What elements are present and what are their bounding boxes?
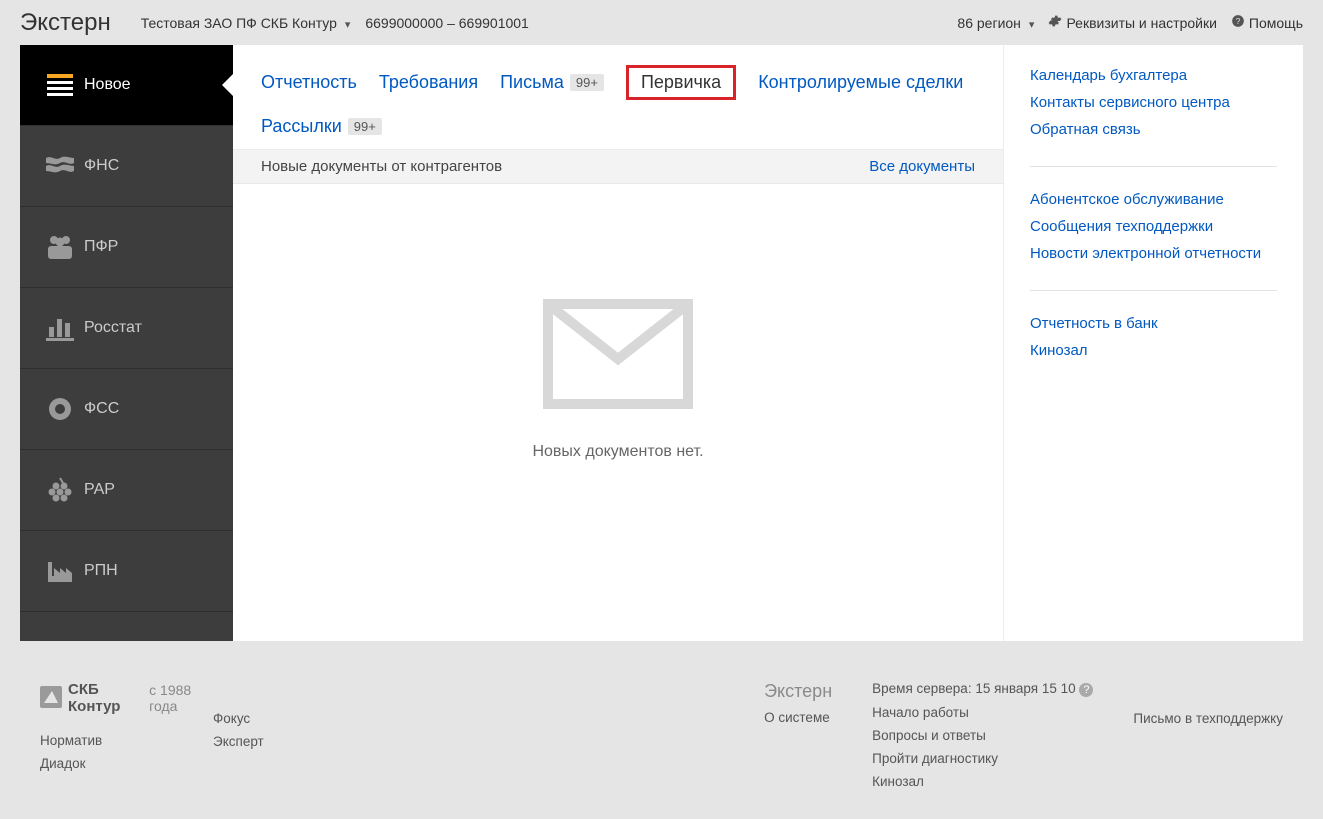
flag-icon <box>40 155 80 177</box>
side-link[interactable]: Абонентское обслуживание <box>1030 191 1277 208</box>
footer-link[interactable]: Фокус <box>213 711 386 726</box>
footer-link[interactable]: Вопросы и ответы <box>872 728 1093 743</box>
footer-product: Экстерн <box>764 681 832 702</box>
sidebar-item-label: ПФР <box>84 238 118 256</box>
region-selector[interactable]: 86 регион <box>957 15 1034 31</box>
subhead-title: Новые документы от контрагентов <box>261 158 502 175</box>
empty-text: Новых документов нет. <box>233 443 1003 461</box>
sidebar-item-label: РАР <box>84 481 115 499</box>
sidebar-item-rar[interactable]: РАР <box>20 450 233 531</box>
app-brand: Экстерн <box>20 9 111 37</box>
sidebar-item-fss[interactable]: ФСС <box>20 369 233 450</box>
tab-letters[interactable]: Письма 99+ <box>500 70 604 95</box>
footer: СКБ Контур с 1988 года Норматив Диадок Ф… <box>0 661 1323 819</box>
help-link[interactable]: ? Помощь <box>1231 14 1303 31</box>
tab-newsletters[interactable]: Рассылки 99+ <box>261 114 382 139</box>
question-icon: ? <box>1231 14 1245 31</box>
org-codes: 6699000000 – 669901001 <box>365 15 529 31</box>
chevron-down-icon <box>341 15 351 31</box>
disc-icon <box>40 396 80 422</box>
sidebar-item-rosstat[interactable]: Росстат <box>20 288 233 369</box>
gear-icon <box>1048 14 1062 31</box>
sidebar-item-fns[interactable]: ФНС <box>20 126 233 207</box>
footer-link[interactable]: Письмо в техподдержку <box>1133 711 1283 726</box>
footer-link[interactable]: Пройти диагностику <box>872 751 1093 766</box>
sidebar-item-label: Новое <box>84 76 131 94</box>
tabs: Отчетность Требования Письма 99+ Первичк… <box>233 45 1003 150</box>
sidebar-item-label: ФСС <box>84 400 119 418</box>
logo-icon <box>40 686 62 711</box>
side-link[interactable]: Новости электронной отчетности <box>1030 245 1277 262</box>
tab-primary-docs[interactable]: Первичка <box>626 65 736 100</box>
region-label: 86 регион <box>957 15 1020 31</box>
envelope-icon <box>538 401 698 417</box>
settings-link[interactable]: Реквизиты и настройки <box>1048 14 1216 31</box>
side-link[interactable]: Обратная связь <box>1030 121 1277 138</box>
sidebar-item-label: ФНС <box>84 157 119 175</box>
question-icon[interactable]: ? <box>1079 683 1093 697</box>
server-time: Время сервера: 15 января 15 10 ? <box>872 681 1093 697</box>
top-bar: Экстерн Тестовая ЗАО ПФ СКБ Контур 66990… <box>0 0 1323 45</box>
company-logo: СКБ Контур с 1988 года <box>40 681 213 715</box>
side-link[interactable]: Кинозал <box>1030 342 1277 359</box>
people-icon <box>40 234 80 260</box>
footer-link[interactable]: Норматив <box>40 733 213 748</box>
tab-controlled-deals[interactable]: Контролируемые сделки <box>758 70 963 95</box>
badge: 99+ <box>348 118 382 135</box>
factory-icon <box>40 558 80 584</box>
org-name: Тестовая ЗАО ПФ СКБ Контур <box>141 15 337 31</box>
chevron-down-icon <box>1025 15 1035 31</box>
footer-link[interactable]: О системе <box>764 710 832 725</box>
tab-reports[interactable]: Отчетность <box>261 70 357 95</box>
footer-link[interactable]: Начало работы <box>872 705 1093 720</box>
footer-link[interactable]: Эксперт <box>213 734 386 749</box>
sidebar-item-pfr[interactable]: ПФР <box>20 207 233 288</box>
sidebar-item-label: РПН <box>84 562 118 580</box>
side-link[interactable]: Сообщения техподдержки <box>1030 218 1277 235</box>
side-link[interactable]: Календарь бухгалтера <box>1030 67 1277 84</box>
footer-link[interactable]: Кинозал <box>872 774 1093 789</box>
side-links: Календарь бухгалтера Контакты сервисного… <box>1003 45 1303 641</box>
all-documents-link[interactable]: Все документы <box>869 158 975 175</box>
bar-chart-icon <box>40 315 80 341</box>
list-icon <box>40 74 80 96</box>
sidebar-item-new[interactable]: Новое <box>20 45 233 126</box>
empty-state: Новых документов нет. <box>233 184 1003 641</box>
sidebar-item-rpn[interactable]: РПН <box>20 531 233 612</box>
svg-text:?: ? <box>1236 17 1241 26</box>
side-link[interactable]: Отчетность в банк <box>1030 315 1277 332</box>
sidebar: Новое ФНС ПФР Росстат <box>20 45 233 641</box>
badge: 99+ <box>570 74 604 91</box>
tab-demands[interactable]: Требования <box>379 70 478 95</box>
sidebar-item-label: Росстат <box>84 319 142 337</box>
org-selector[interactable]: Тестовая ЗАО ПФ СКБ Контур <box>141 15 351 31</box>
side-link[interactable]: Контакты сервисного центра <box>1030 94 1277 111</box>
grapes-icon <box>40 476 80 504</box>
